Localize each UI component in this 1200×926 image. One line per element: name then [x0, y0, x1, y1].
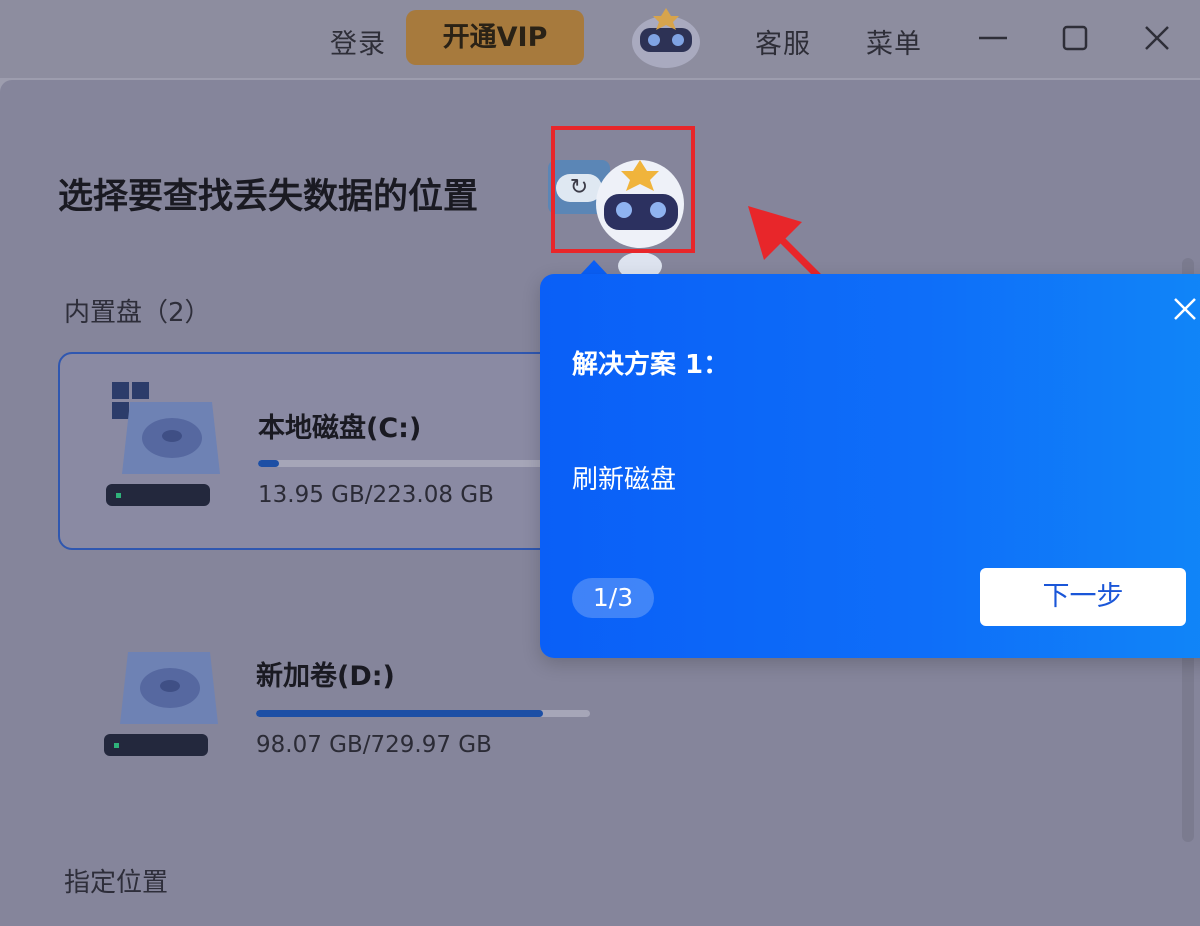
menu-button[interactable]: 菜单 [866, 22, 922, 61]
page-title: 选择要查找丢失数据的位置 [58, 177, 479, 217]
guide-title: 解决方案 1： [572, 350, 730, 380]
next-button[interactable]: 下一步 [980, 568, 1186, 626]
close-icon[interactable] [1139, 20, 1175, 56]
mascot-icon [596, 160, 684, 278]
popover-caret [580, 260, 608, 275]
disk-name: 新加卷(D:) [256, 661, 395, 692]
hard-disk-icon [104, 652, 218, 756]
support-button[interactable]: 客服 [755, 22, 811, 61]
disk-name: 本地磁盘(C:) [258, 413, 422, 444]
disk-usage-fill [256, 710, 544, 717]
internal-disks-label: 内置盘（2） [64, 298, 211, 328]
disk-size: 98.07 GB/729.97 GB [256, 732, 492, 758]
disk-usage-bar [256, 710, 590, 717]
vip-button[interactable]: 开通VIP [406, 10, 584, 65]
mascot-avatar-icon[interactable] [618, 4, 714, 72]
disk-card-d[interactable]: 新加卷(D:) 98.07 GB/729.97 GB [58, 604, 618, 802]
specified-location-label: 指定位置 [64, 868, 169, 898]
login-button[interactable]: 登录 [330, 22, 386, 61]
hard-disk-icon [106, 382, 220, 506]
step-indicator: 1/3 [572, 578, 654, 618]
close-icon[interactable] [1168, 292, 1200, 326]
minimize-icon[interactable] [975, 20, 1011, 56]
guide-body: 刷新磁盘 [572, 465, 677, 495]
disk-card-c[interactable]: 本地磁盘(C:) 13.95 GB/223.08 GB [58, 352, 618, 550]
disk-size: 13.95 GB/223.08 GB [258, 482, 494, 508]
guide-popover: 解决方案 1： 刷新磁盘 1/3 下一步 [540, 274, 1200, 658]
disk-usage-fill [258, 460, 279, 467]
maximize-icon[interactable] [1057, 20, 1093, 56]
title-bar: 登录 开通VIP 客服 菜单 [0, 0, 1200, 78]
